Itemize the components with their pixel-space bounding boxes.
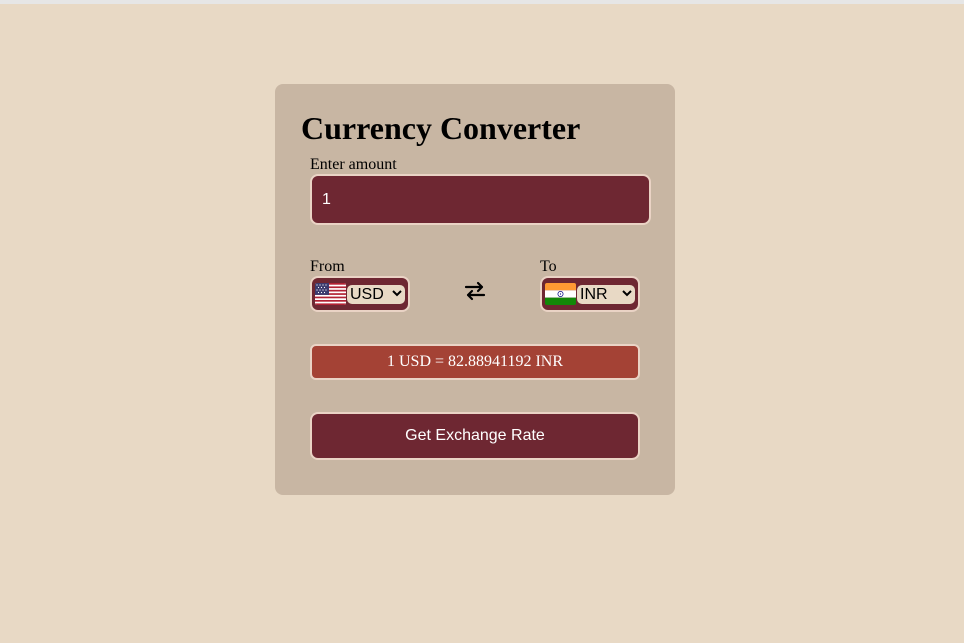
swap-arrows-icon[interactable]: [463, 279, 487, 303]
to-currency-value: INR: [580, 286, 608, 303]
india-flag-icon: [545, 283, 576, 305]
from-label: From: [310, 258, 345, 275]
chevron-down-icon: [392, 290, 402, 297]
converter-card: Currency Converter Enter amount From: [275, 84, 675, 495]
page-title: Currency Converter: [301, 110, 581, 146]
exchange-rate-result: 1 USD = 82.88941192 INR: [310, 344, 640, 380]
amount-input[interactable]: [310, 174, 651, 225]
from-currency-value: USD: [350, 286, 384, 303]
get-exchange-rate-button[interactable]: Get Exchange Rate: [310, 412, 640, 460]
chevron-down-icon: [622, 290, 632, 297]
to-label: To: [540, 258, 557, 275]
amount-label: Enter amount: [310, 156, 397, 173]
to-currency-box: INR: [540, 276, 640, 312]
to-currency-select[interactable]: INR: [576, 284, 636, 305]
us-flag-icon: [315, 283, 346, 305]
from-currency-box: USD: [310, 276, 410, 312]
from-currency-select[interactable]: USD: [346, 284, 406, 305]
browser-top-strip: [0, 0, 964, 4]
